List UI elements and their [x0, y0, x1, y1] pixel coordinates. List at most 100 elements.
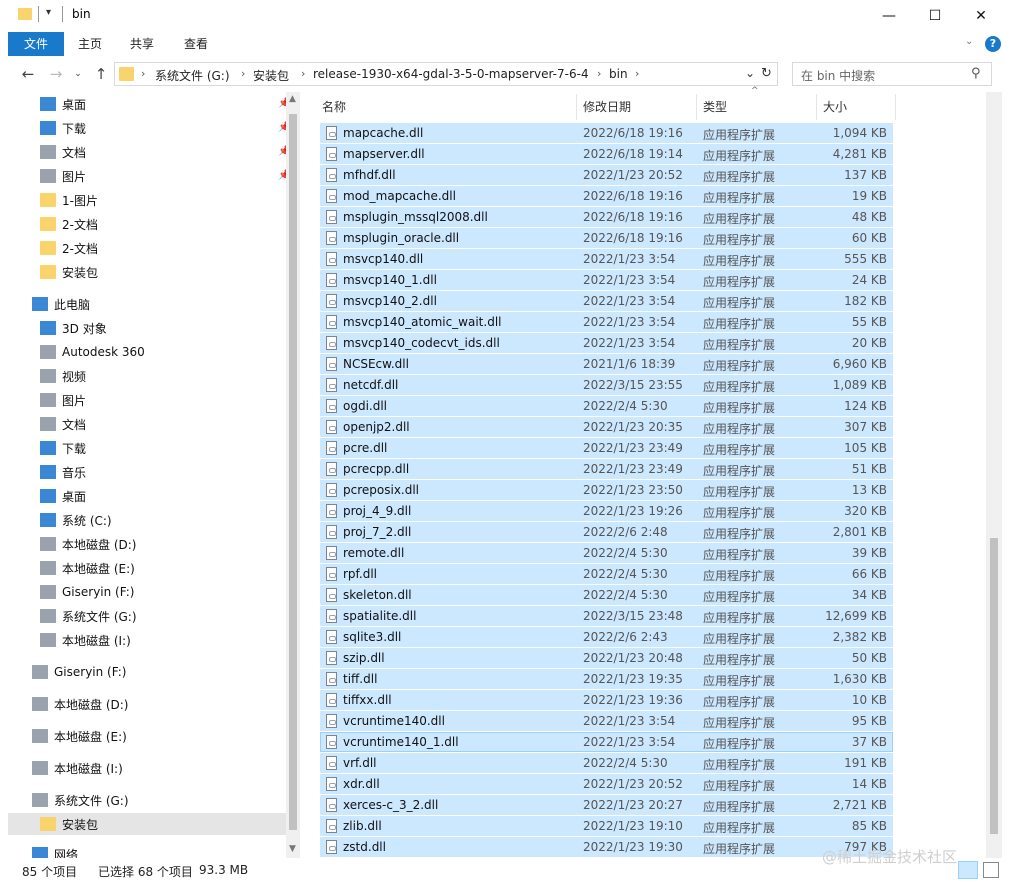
file-row[interactable]: spatialite.dll 2022/3/15 23:48 应用程序扩展 12,69…	[320, 606, 893, 626]
file-row[interactable]: proj_4_9.dll 2022/1/23 19:26 应用程序扩展 320 KB	[320, 501, 893, 521]
sidebar-item[interactable]: 本地磁盘 (D:)	[8, 693, 288, 715]
sidebar-item[interactable]: 本地磁盘 (I:)	[8, 757, 288, 779]
refresh-icon[interactable]: ↻	[761, 66, 772, 81]
file-row[interactable]: mfhdf.dll 2022/1/23 20:52 应用程序扩展 137 KB	[320, 165, 893, 185]
details-view-icon[interactable]	[958, 861, 978, 879]
scroll-down-icon[interactable]: ▼	[289, 844, 296, 854]
scrollbar-thumb[interactable]	[990, 538, 998, 834]
sidebar-item[interactable]: 桌面 📌	[8, 93, 288, 115]
file-row[interactable]: xerces-c_3_2.dll 2022/1/23 20:27 应用程序扩展 2,7…	[320, 795, 893, 815]
navigation-scrollbar[interactable]: ▲ ▼	[286, 92, 300, 858]
sidebar-item[interactable]: 安装包	[8, 813, 288, 835]
search-box[interactable]: 在 bin 中搜索 ⚲	[792, 62, 992, 86]
file-row[interactable]: proj_7_2.dll 2022/2/6 2:48 应用程序扩展 2,801 KB	[320, 522, 893, 542]
file-row[interactable]: szip.dll 2022/1/23 20:48 应用程序扩展 50 KB	[320, 648, 893, 668]
file-row[interactable]: msvcp140.dll 2022/1/23 3:54 应用程序扩展 555 KB	[320, 249, 893, 269]
file-row[interactable]: openjp2.dll 2022/1/23 20:35 应用程序扩展 307 KB	[320, 417, 893, 437]
file-row[interactable]: pcre.dll 2022/1/23 23:49 应用程序扩展 105 KB	[320, 438, 893, 458]
file-row[interactable]: mapcache.dll 2022/6/18 19:16 应用程序扩展 1,094 K…	[320, 123, 893, 143]
back-button[interactable]: ←	[16, 62, 40, 86]
close-button[interactable]: ✕	[958, 0, 1004, 32]
breadcrumb-current[interactable]: bin	[609, 67, 628, 81]
file-row[interactable]: mapserver.dll 2022/6/18 19:14 应用程序扩展 4,281 …	[320, 144, 893, 164]
sidebar-item[interactable]: 图片 📌	[8, 165, 288, 187]
file-row[interactable]: zlib.dll 2022/1/23 19:10 应用程序扩展 85 KB	[320, 816, 893, 836]
sidebar-item[interactable]: 本地磁盘 (D:)	[8, 533, 288, 555]
sidebar-item[interactable]: 2-文档	[8, 213, 288, 235]
sidebar-item[interactable]: 系统文件 (G:)	[8, 789, 288, 811]
file-row[interactable]: rpf.dll 2022/2/4 5:30 应用程序扩展 66 KB	[320, 564, 893, 584]
file-row[interactable]: msvcp140_2.dll 2022/1/23 3:54 应用程序扩展 182 KB	[320, 291, 893, 311]
maximize-button[interactable]: ☐	[912, 0, 958, 32]
file-row[interactable]: NCSEcw.dll 2021/1/6 18:39 应用程序扩展 6,960 KB	[320, 354, 893, 374]
sidebar-item[interactable]: 网络	[8, 843, 288, 858]
file-row[interactable]: tiffxx.dll 2022/1/23 19:36 应用程序扩展 10 KB	[320, 690, 893, 710]
file-row[interactable]: pcreposix.dll 2022/1/23 23:50 应用程序扩展 13 KB	[320, 480, 893, 500]
file-row[interactable]: msvcp140_1.dll 2022/1/23 3:54 应用程序扩展 24 KB	[320, 270, 893, 290]
file-row[interactable]: skeleton.dll 2022/2/4 5:30 应用程序扩展 34 KB	[320, 585, 893, 605]
sidebar-item[interactable]: 本地磁盘 (I:)	[8, 629, 288, 651]
file-row[interactable]: sqlite3.dll 2022/2/6 2:43 应用程序扩展 2,382 KB	[320, 627, 893, 647]
column-header-size[interactable]: 大小	[823, 98, 847, 116]
minimize-button[interactable]: —	[866, 0, 912, 32]
file-row[interactable]: msvcp140_codecvt_ids.dll 2022/1/23 3:54 应用…	[320, 333, 893, 353]
sidebar-item[interactable]: 视频	[8, 365, 288, 387]
file-row[interactable]: vrf.dll 2022/2/4 5:30 应用程序扩展 191 KB	[320, 753, 893, 773]
file-row[interactable]: ogdi.dll 2022/2/4 5:30 应用程序扩展 124 KB	[320, 396, 893, 416]
file-row[interactable]: pcrecpp.dll 2022/1/23 23:49 应用程序扩展 51 KB	[320, 459, 893, 479]
up-button[interactable]: ↑	[89, 62, 113, 86]
file-row[interactable]: zstd.dll 2022/1/23 19:30 应用程序扩展 797 KB	[320, 837, 893, 857]
sidebar-item[interactable]: 桌面	[8, 485, 288, 507]
file-row[interactable]: vcruntime140.dll 2022/1/23 3:54 应用程序扩展 95 K…	[320, 711, 893, 731]
column-divider[interactable]	[696, 94, 697, 120]
column-header-type[interactable]: 类型	[703, 98, 727, 116]
sidebar-item[interactable]: Giseryin (F:)	[8, 661, 288, 683]
search-icon[interactable]: ⚲	[971, 66, 981, 81]
file-row[interactable]: msvcp140_atomic_wait.dll 2022/1/23 3:54 应用…	[320, 312, 893, 332]
sidebar-item[interactable]: 下载	[8, 437, 288, 459]
column-header-name[interactable]: 名称	[322, 98, 346, 116]
sidebar-item[interactable]: 3D 对象	[8, 317, 288, 339]
file-row[interactable]: netcdf.dll 2022/3/15 23:55 应用程序扩展 1,089 KB	[320, 375, 893, 395]
tab-view[interactable]: 查看	[176, 32, 216, 56]
address-history-chevron-icon[interactable]: ⌄	[745, 66, 755, 80]
file-row[interactable]: msplugin_mssql2008.dll 2022/6/18 19:16 应用程…	[320, 207, 893, 227]
sidebar-item[interactable]: 本地磁盘 (E:)	[8, 725, 288, 747]
breadcrumb-folder[interactable]: release-1930-x64-gdal-3-5-0-mapserver-7-…	[313, 67, 589, 81]
sidebar-item[interactable]: 系统文件 (G:)	[8, 605, 288, 627]
help-icon[interactable]: ?	[985, 36, 1001, 52]
file-row[interactable]: tiff.dll 2022/1/23 19:35 应用程序扩展 1,630 KB	[320, 669, 893, 689]
sidebar-item[interactable]: Giseryin (F:)	[8, 581, 288, 603]
tab-file[interactable]: 文件	[8, 32, 64, 56]
column-divider[interactable]	[895, 94, 896, 120]
column-header-date[interactable]: 修改日期	[583, 98, 631, 116]
sidebar-item[interactable]: 安装包	[8, 261, 288, 283]
scroll-up-icon[interactable]: ▲	[289, 94, 296, 104]
recent-locations-button[interactable]: ⌄	[66, 62, 90, 86]
sidebar-item[interactable]: 图片	[8, 389, 288, 411]
quick-access-toolbar-chevron-icon[interactable]: ▾	[46, 7, 51, 18]
file-row[interactable]: vcruntime140_1.dll 2022/1/23 3:54 应用程序扩展 37…	[320, 732, 893, 752]
file-row[interactable]: mod_mapcache.dll 2022/6/18 19:16 应用程序扩展 19 …	[320, 186, 893, 206]
file-list-scrollbar[interactable]	[986, 92, 1002, 858]
address-bar[interactable]: › 系统文件 (G:) › 安装包 › release-1930-x64-gda…	[114, 62, 778, 86]
sidebar-item[interactable]: 1-图片	[8, 189, 288, 211]
file-row[interactable]: msplugin_oracle.dll 2022/6/18 19:16 应用程序扩展…	[320, 228, 893, 248]
sidebar-item[interactable]: 此电脑	[8, 293, 288, 315]
sidebar-item[interactable]: 文档	[8, 413, 288, 435]
sidebar-item[interactable]: 2-文档	[8, 237, 288, 259]
sidebar-item[interactable]: Autodesk 360	[8, 341, 288, 363]
tab-share[interactable]: 共享	[122, 32, 162, 56]
expand-ribbon-icon[interactable]: ⌄	[965, 36, 973, 47]
sidebar-item[interactable]: 音乐	[8, 461, 288, 483]
column-divider[interactable]	[576, 94, 577, 120]
sidebar-item[interactable]: 文档 📌	[8, 141, 288, 163]
sidebar-item[interactable]: 本地磁盘 (E:)	[8, 557, 288, 579]
tab-home[interactable]: 主页	[70, 32, 110, 56]
breadcrumb-folder[interactable]: 安装包	[253, 67, 289, 84]
breadcrumb-drive[interactable]: 系统文件 (G:)	[155, 67, 230, 84]
sidebar-item[interactable]: 系统 (C:)	[8, 509, 288, 531]
forward-button[interactable]: →	[44, 62, 68, 86]
column-divider[interactable]	[816, 94, 817, 120]
sidebar-item[interactable]: 下载 📌	[8, 117, 288, 139]
